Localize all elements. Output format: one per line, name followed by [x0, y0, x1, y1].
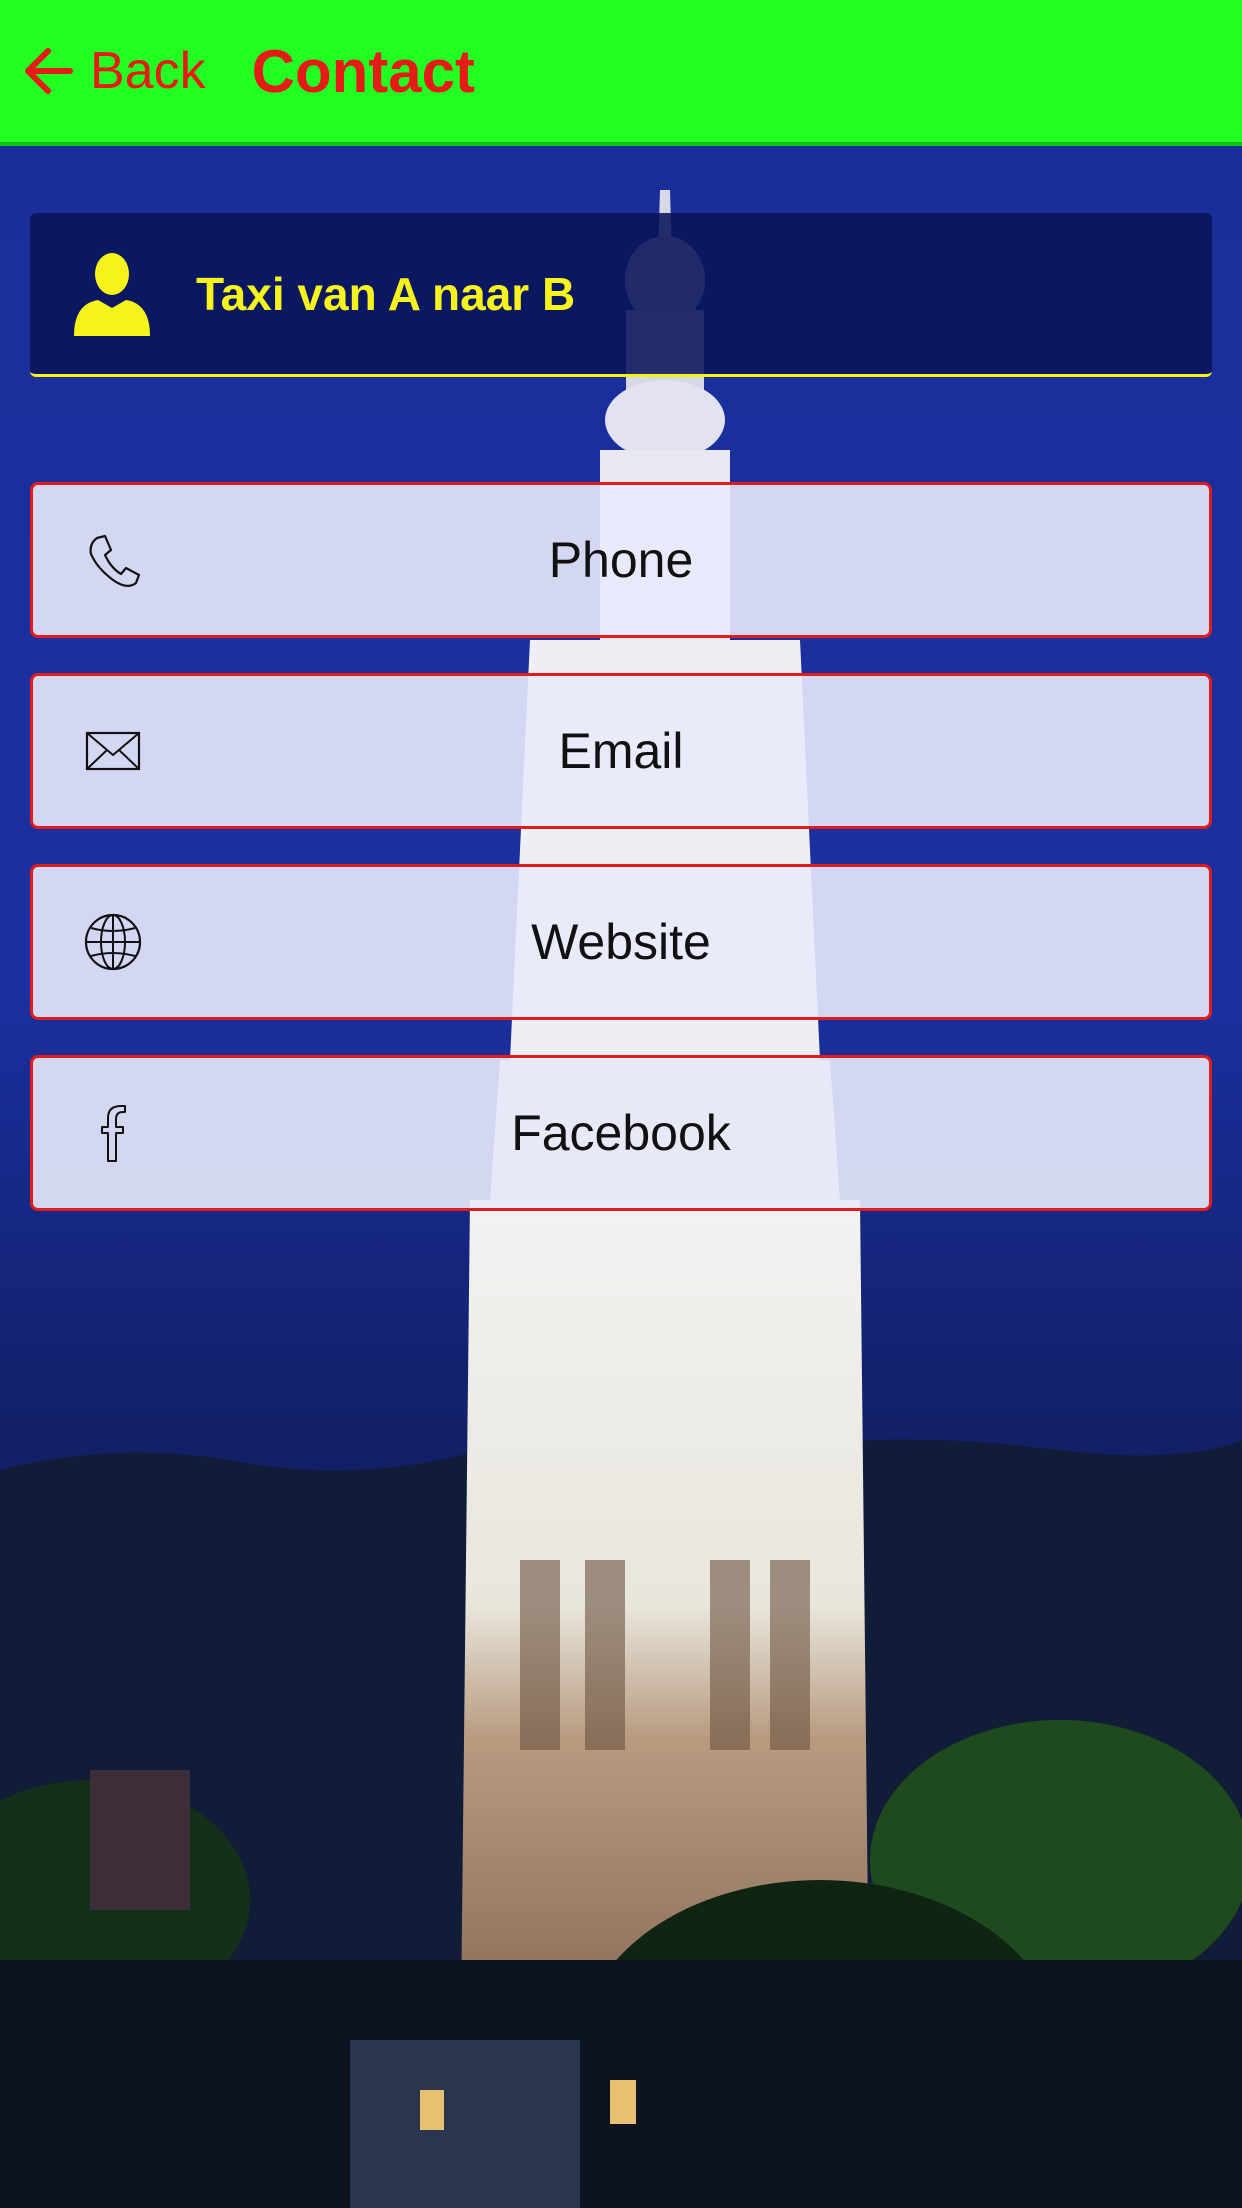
facebook-button[interactable]: Facebook	[30, 1055, 1212, 1211]
back-label: Back	[90, 42, 206, 100]
website-label: Website	[531, 914, 711, 970]
back-button[interactable]: Back	[20, 41, 206, 101]
page-title: Contact	[251, 37, 475, 105]
profile-card: Taxi van A naar B	[30, 213, 1212, 377]
person-icon	[74, 252, 150, 336]
phone-label: Phone	[548, 532, 694, 588]
email-label: Email	[558, 723, 684, 779]
email-button[interactable]: Email	[30, 673, 1212, 829]
profile-name: Taxi van A naar B	[196, 267, 576, 320]
back-arrow-icon	[25, 48, 73, 94]
header-bar: Back Contact	[0, 0, 1242, 146]
phone-button[interactable]: Phone	[30, 482, 1212, 638]
facebook-label: Facebook	[511, 1105, 731, 1161]
website-button[interactable]: Website	[30, 864, 1212, 1020]
